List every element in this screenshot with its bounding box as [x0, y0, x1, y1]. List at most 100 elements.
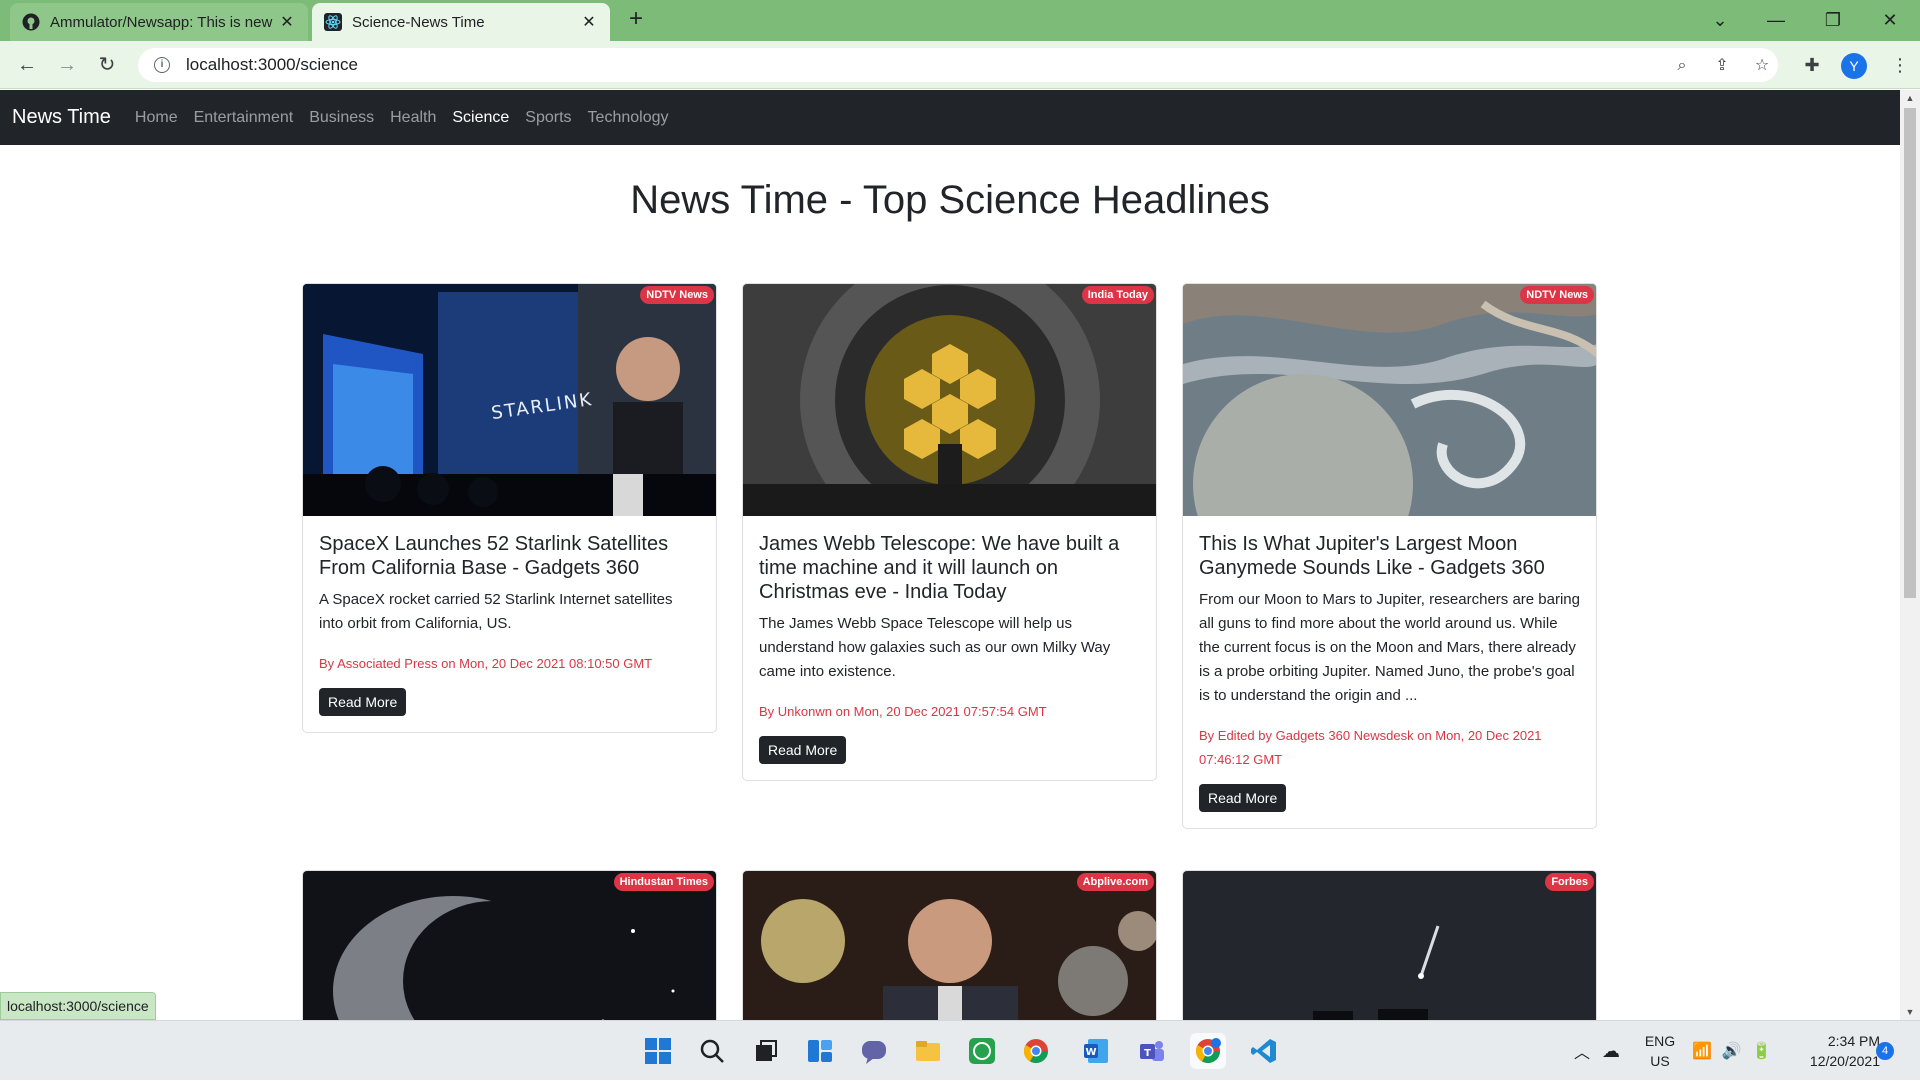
link-status-tooltip: localhost:3000/science: [0, 992, 156, 1020]
address-bar[interactable]: i localhost:3000/science ⌕ ⇪ ☆: [138, 48, 1778, 82]
chrome-profile-icon[interactable]: [1190, 1033, 1226, 1069]
kebab-menu-icon[interactable]: ⋮: [1890, 53, 1910, 77]
article-title: SpaceX Launches 52 Starlink Satellites F…: [319, 533, 669, 579]
nav-link-science[interactable]: Science: [452, 109, 509, 127]
news-card: STARLINK NDTV News SpaceX Launches 52 St…: [302, 283, 717, 733]
language-indicator[interactable]: ENG US: [1640, 1031, 1680, 1071]
github-icon: [22, 13, 40, 31]
nav-link-health[interactable]: Health: [390, 109, 436, 127]
scroll-down-arrow-icon[interactable]: ▼: [1900, 1004, 1920, 1020]
widgets-icon[interactable]: [802, 1033, 838, 1069]
article-meta: By Associated Press on Mon, 20 Dec 2021 …: [319, 656, 653, 671]
language-code: ENG: [1644, 1033, 1676, 1049]
article-title: This Is What Jupiter's Largest Moon Gany…: [1199, 533, 1545, 579]
teams-icon[interactable]: T: [1134, 1033, 1170, 1069]
article-image-asteroid: Hindustan Times: [303, 871, 716, 1020]
zoom-icon[interactable]: ⌕: [1672, 56, 1692, 76]
read-more-button[interactable]: Read More: [1199, 784, 1287, 812]
word-icon[interactable]: W: [1078, 1033, 1114, 1069]
page-scrollbar[interactable]: ▲ ▼: [1900, 90, 1920, 1020]
windows-start-icon[interactable]: [640, 1033, 676, 1069]
search-icon[interactable]: [694, 1033, 730, 1069]
svg-text:T: T: [1144, 1048, 1151, 1059]
profile-avatar[interactable]: Y: [1841, 53, 1867, 79]
source-badge: Hindustan Times: [613, 873, 714, 891]
system-clock[interactable]: 2:34 PM 12/20/2021: [1790, 1031, 1880, 1071]
tab-github[interactable]: Ammulator/Newsapp: This is new ✕: [10, 3, 308, 41]
nav-link-home[interactable]: Home: [135, 109, 178, 127]
browser-tab-strip: Ammulator/Newsapp: This is new ✕ Science…: [0, 0, 1920, 41]
navbar-brand[interactable]: News Time: [12, 106, 111, 129]
news-card: Hindustan Times: [302, 870, 717, 1020]
nav-link-business[interactable]: Business: [309, 109, 374, 127]
bookmark-star-icon[interactable]: ☆: [1752, 56, 1772, 76]
language-region: US: [1650, 1053, 1670, 1069]
article-meta: By Unkonwn on Mon, 20 Dec 2021 07:57:54 …: [759, 704, 1047, 719]
show-hidden-icons-chevron-icon[interactable]: ︿: [1574, 1039, 1590, 1063]
reload-icon[interactable]: ↻: [92, 50, 122, 80]
article-image-carl-sagan: Abplive.com: [743, 871, 1156, 1020]
clock-time: 2:34 PM: [1827, 1033, 1880, 1049]
task-view-icon[interactable]: [748, 1033, 784, 1069]
site-navbar: News Time Home Entertainment Business He…: [0, 90, 1900, 145]
vscode-icon[interactable]: [1246, 1033, 1282, 1069]
article-description: A SpaceX rocket carried 52 Starlink Inte…: [319, 591, 673, 632]
new-tab-button[interactable]: +: [622, 6, 650, 34]
chat-icon[interactable]: [856, 1033, 892, 1069]
close-window-button[interactable]: ✕: [1870, 6, 1910, 34]
article-meta: By Edited by Gadgets 360 Newsdesk on Mon…: [1199, 728, 1542, 767]
news-card: Forbes: [1182, 870, 1597, 1020]
forward-arrow-icon[interactable]: →: [52, 50, 82, 80]
source-badge: Abplive.com: [1076, 873, 1154, 891]
news-card: India Today James Webb Telescope: We hav…: [742, 283, 1157, 781]
news-card: Abplive.com: [742, 870, 1157, 1020]
source-badge: NDTV News: [640, 286, 714, 304]
tab-search-chevron-icon[interactable]: ⌄: [1700, 6, 1740, 34]
wifi-icon[interactable]: 📶: [1692, 1041, 1712, 1061]
read-more-button[interactable]: Read More: [319, 688, 407, 716]
browser-toolbar: ← → ↻ i localhost:3000/science ⌕ ⇪ ☆ ✚ Y…: [0, 41, 1920, 89]
chrome-icon[interactable]: [1018, 1033, 1054, 1069]
article-title: James Webb Telescope: We have built a ti…: [759, 533, 1120, 603]
file-explorer-icon[interactable]: [910, 1033, 946, 1069]
close-tab-icon[interactable]: ✕: [580, 12, 598, 32]
minimize-button[interactable]: —: [1756, 6, 1796, 34]
source-badge: NDTV News: [1520, 286, 1594, 304]
react-icon: [324, 13, 342, 31]
tab-title: Science-News Time: [352, 13, 485, 31]
whatsapp-icon[interactable]: [964, 1033, 1000, 1069]
extensions-puzzle-icon[interactable]: ✚: [1800, 53, 1824, 77]
address-url[interactable]: localhost:3000/science: [186, 55, 358, 75]
nav-link-sports[interactable]: Sports: [525, 109, 571, 127]
page-viewport: News Time Home Entertainment Business He…: [0, 90, 1900, 1020]
clock-date: 12/20/2021: [1809, 1053, 1880, 1069]
notification-badge[interactable]: 4: [1876, 1042, 1894, 1060]
tab-science-news[interactable]: Science-News Time ✕: [312, 3, 610, 41]
restore-button[interactable]: ❐: [1813, 6, 1853, 34]
onedrive-cloud-icon[interactable]: ☁: [1602, 1041, 1620, 1062]
nav-link-entertainment[interactable]: Entertainment: [194, 109, 294, 127]
article-image-starlink: STARLINK NDTV News: [303, 284, 716, 516]
nav-link-technology[interactable]: Technology: [588, 109, 669, 127]
read-more-button[interactable]: Read More: [759, 736, 847, 764]
back-arrow-icon[interactable]: ←: [12, 50, 42, 80]
article-image-webb-telescope: India Today: [743, 284, 1156, 516]
scroll-up-arrow-icon[interactable]: ▲: [1900, 90, 1920, 106]
windows-taskbar: W T ︿ ☁ ENG US 📶 🔊 🔋 2:34 PM 12/20/2021 …: [0, 1020, 1920, 1080]
svg-text:W: W: [1085, 1047, 1096, 1058]
tab-title: Ammulator/Newsapp: This is new: [50, 13, 273, 31]
article-description: The James Webb Space Telescope will help…: [759, 615, 1111, 680]
article-image-comet: Forbes: [1183, 871, 1596, 1020]
source-badge: Forbes: [1545, 873, 1594, 891]
article-image-jupiter: NDTV News: [1183, 284, 1596, 516]
volume-icon[interactable]: 🔊: [1722, 1041, 1742, 1061]
page-title: News Time - Top Science Headlines: [630, 178, 1270, 222]
site-info-icon[interactable]: i: [154, 57, 170, 73]
scrollbar-thumb[interactable]: [1904, 108, 1916, 598]
battery-icon[interactable]: 🔋: [1752, 1041, 1772, 1061]
article-description: From our Moon to Mars to Jupiter, resear…: [1199, 591, 1580, 704]
news-card: NDTV News This Is What Jupiter's Largest…: [1182, 283, 1597, 829]
share-icon[interactable]: ⇪: [1712, 56, 1732, 76]
source-badge: India Today: [1081, 286, 1154, 304]
close-tab-icon[interactable]: ✕: [278, 12, 296, 32]
